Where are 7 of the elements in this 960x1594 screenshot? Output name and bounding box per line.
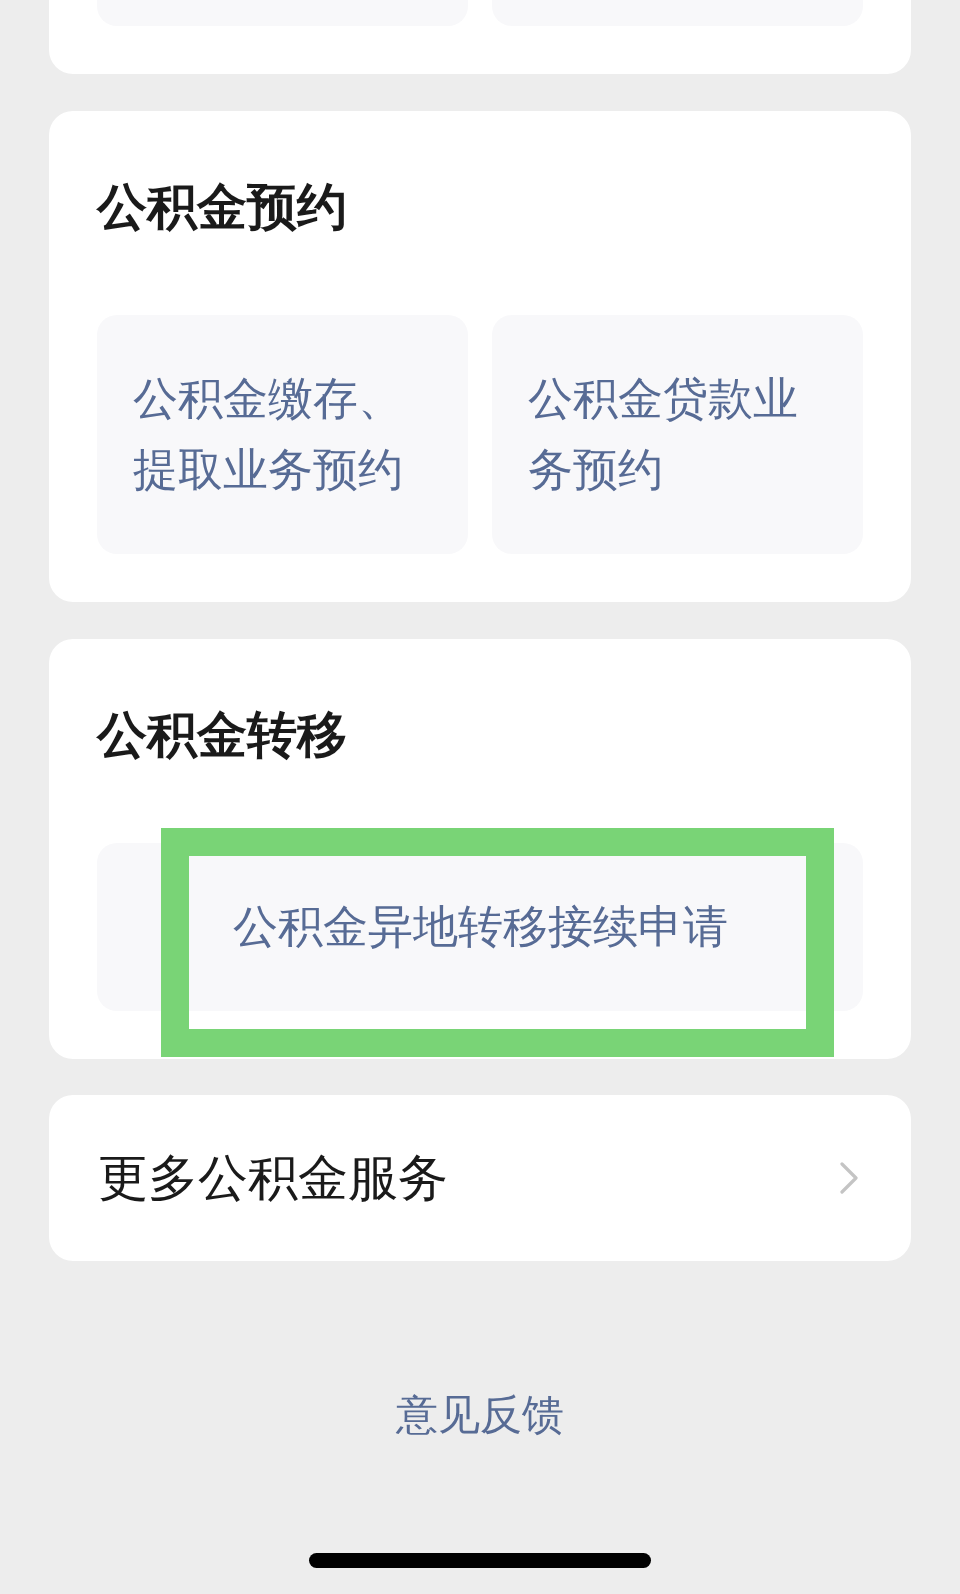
feedback-link[interactable]: 意见反馈 [396,1385,564,1445]
chevron-right-icon [840,1162,858,1194]
section-title: 公积金转移 [97,705,347,765]
service-tile[interactable]: 公积金贷款业务预约 [492,315,863,554]
more-services-link[interactable]: 更多公积金服务 [49,1095,911,1261]
service-tile[interactable]: 公积金缴存、提取业务预约 [97,315,468,554]
section-title: 公积金预约 [97,177,347,237]
